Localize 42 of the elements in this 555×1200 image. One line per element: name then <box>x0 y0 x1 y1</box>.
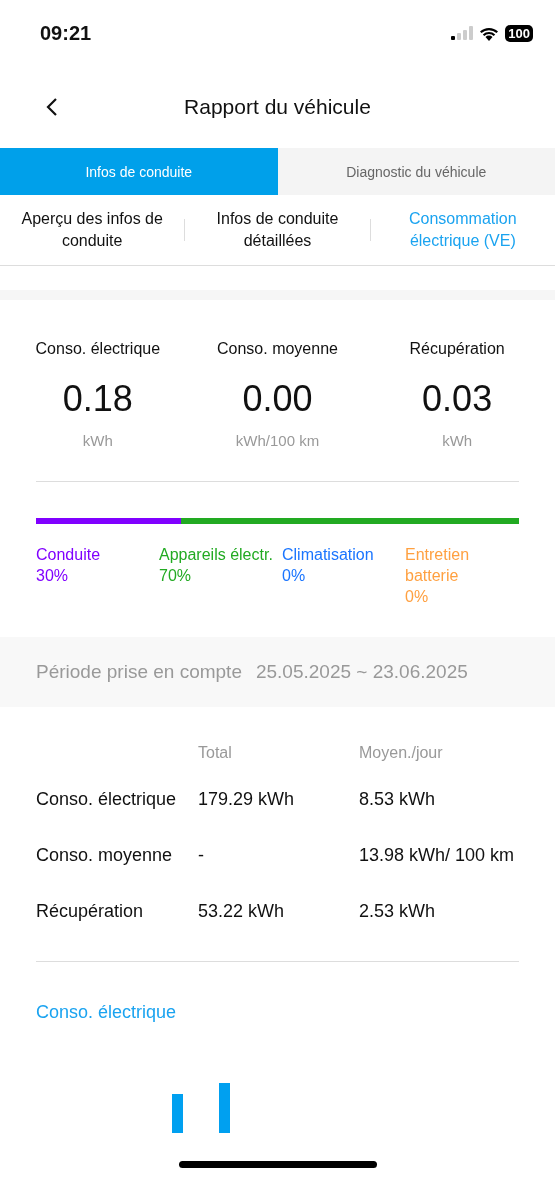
row-label: Récupération <box>36 900 145 923</box>
back-icon[interactable] <box>46 97 58 117</box>
period-label: Période prise en compte <box>36 661 242 683</box>
stat-unit: kWh <box>442 432 473 449</box>
screen-title: Rapport du véhicule <box>184 95 371 119</box>
stat-label: Conso. moyenne <box>217 340 338 358</box>
table-cell-text: 8.53 kWh <box>359 788 437 811</box>
legend-label: Conduite <box>36 545 102 565</box>
table-cell-text: 2.53 kWh <box>359 900 437 923</box>
table-cell-text: 13.98 kWh/ 100 km <box>359 844 516 867</box>
column-header: Moyen./jour <box>359 744 444 762</box>
row-label: Conso. moyenne <box>36 844 174 867</box>
tab[interactable]: Diagnostic du véhicule <box>277 148 555 195</box>
status-time: 09:21 <box>40 21 92 45</box>
wifi-icon <box>479 25 500 41</box>
legend-label: Appareils électr. <box>159 545 274 565</box>
legend-percent: 0% <box>405 587 430 607</box>
section-title: Conso. électrique <box>35 1001 178 1023</box>
stat-label: Récupération <box>409 340 505 358</box>
sub-tab[interactable]: Aperçu des infos de conduite <box>0 208 185 252</box>
legend-label: Climatisation <box>282 545 375 565</box>
sub-tab[interactable]: Consommation électrique (VE) <box>370 208 555 252</box>
table-cell-text: 179.29 kWh <box>198 788 296 811</box>
table-cell-text: 53.22 kWh <box>198 900 286 923</box>
legend-percent: 0% <box>282 566 307 586</box>
sub-tab[interactable]: Infos de conduite détaillées <box>185 208 370 252</box>
legend-percent: 70% <box>159 566 193 586</box>
table-cell-text: - <box>198 844 205 867</box>
period-range: 25.05.2025 ~ 23.06.2025 <box>255 661 468 683</box>
column-header: Total <box>198 744 233 762</box>
legend-percent: 30% <box>36 566 70 586</box>
legend-label: Entretien batterie <box>405 545 471 586</box>
stat-value: 0.03 <box>422 378 493 420</box>
stat-value: 0.00 <box>242 378 313 420</box>
stat-unit: kWh/100 km <box>235 432 320 449</box>
signal-icon <box>451 26 474 40</box>
stat-unit: kWh <box>82 432 113 449</box>
stat-value: 0.18 <box>62 378 133 420</box>
stat-label: Conso. électrique <box>35 340 161 358</box>
tab[interactable]: Infos de conduite <box>0 148 278 195</box>
row-label: Conso. électrique <box>36 788 178 811</box>
battery-indicator: 100 <box>505 24 533 42</box>
